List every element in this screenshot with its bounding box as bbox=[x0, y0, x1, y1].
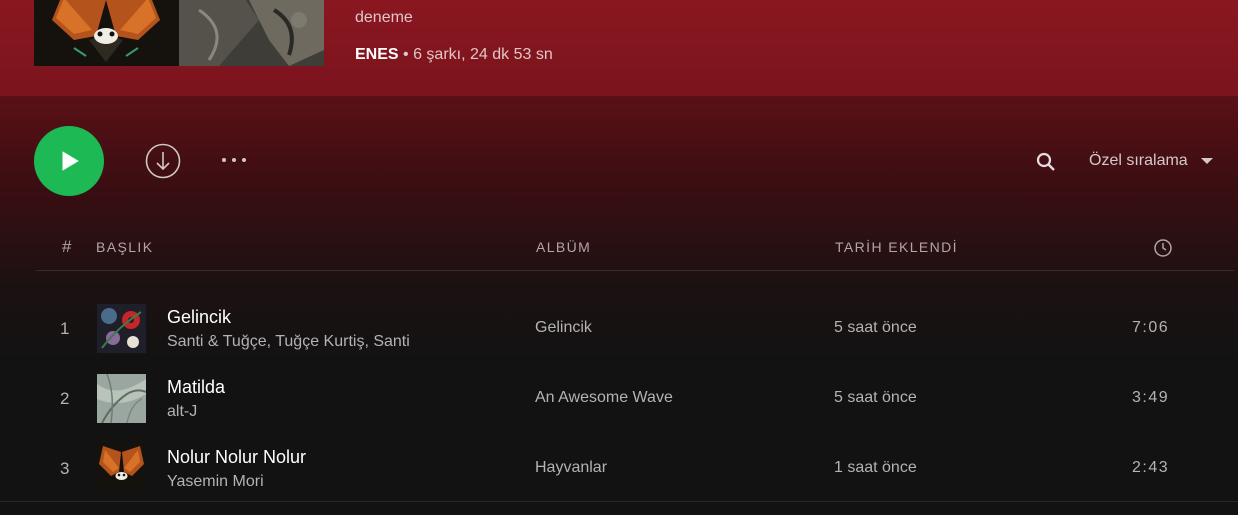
track-artist[interactable]: alt-J bbox=[167, 403, 197, 421]
play-button[interactable] bbox=[34, 126, 104, 196]
track-artist[interactable]: Yasemin Mori bbox=[167, 473, 264, 491]
track-duration: 2:43 bbox=[1132, 459, 1170, 476]
meta-separator: • bbox=[398, 46, 414, 63]
table-row[interactable]: 3 Nolur Nolur Nolur Yasemin Mori Hayvanl… bbox=[36, 440, 1234, 496]
album-art-gelincik-icon bbox=[97, 304, 146, 353]
track-index: 2 bbox=[60, 389, 70, 408]
sort-label: Özel sıralama bbox=[1089, 152, 1188, 169]
header-number: # bbox=[62, 237, 72, 256]
table-row[interactable]: 1 Gelincik Santi & Tuğçe, Tuğçe Kurtiş, … bbox=[36, 300, 1234, 356]
track-album[interactable]: An Awesome Wave bbox=[535, 389, 673, 407]
search-in-playlist-button[interactable] bbox=[1034, 150, 1058, 174]
track-date-added: 5 saat önce bbox=[834, 319, 917, 336]
playlist-description: deneme bbox=[355, 9, 413, 26]
header-album[interactable]: ALBÜM bbox=[536, 239, 591, 255]
more-icon-dot bbox=[242, 158, 246, 162]
track-index: 1 bbox=[60, 319, 70, 338]
track-index: 3 bbox=[60, 459, 70, 478]
header-title[interactable]: BAŞLIK bbox=[96, 239, 153, 255]
more-icon bbox=[222, 158, 226, 162]
playlist-meta: ENES • 6 şarkı, 24 dk 53 sn bbox=[355, 46, 553, 64]
track-title[interactable]: Matilda bbox=[167, 377, 225, 398]
search-icon bbox=[1036, 152, 1055, 171]
track-duration: 7:06 bbox=[1132, 319, 1170, 336]
track-date-added: 1 saat önce bbox=[834, 459, 917, 476]
playlist-header: deneme ENES • 6 şarkı, 24 dk 53 sn bbox=[0, 0, 1238, 96]
track-artist[interactable]: Santi & Tuğçe, Tuğçe Kurtiş, Santi bbox=[167, 333, 410, 351]
caret-down-icon bbox=[1200, 158, 1213, 164]
track-duration: 3:49 bbox=[1132, 389, 1170, 406]
track-title[interactable]: Nolur Nolur Nolur bbox=[167, 447, 306, 468]
album-art-awesome-wave-icon bbox=[97, 374, 146, 423]
playlist-stats: 6 şarkı, 24 dk 53 sn bbox=[413, 46, 553, 63]
download-icon bbox=[145, 143, 181, 179]
track-date-added: 5 saat önce bbox=[834, 389, 917, 406]
owner-link[interactable]: ENES bbox=[355, 46, 399, 63]
header-duration[interactable] bbox=[1153, 238, 1173, 261]
track-title[interactable]: Gelincik bbox=[167, 307, 231, 328]
track-album[interactable]: Gelincik bbox=[535, 319, 592, 337]
clock-icon bbox=[1154, 239, 1172, 257]
more-options-button[interactable] bbox=[214, 148, 254, 172]
table-row[interactable]: 2 Matilda alt-J An Awesome Wave 5 saat ö… bbox=[36, 370, 1234, 426]
divider bbox=[0, 501, 1238, 502]
playlist-cover[interactable] bbox=[34, 0, 324, 66]
track-album[interactable]: Hayvanlar bbox=[535, 459, 607, 477]
rock-texture-art-icon bbox=[179, 0, 324, 66]
album-art-hayvanlar-icon bbox=[97, 444, 146, 493]
more-icon-dot bbox=[232, 158, 236, 162]
play-icon bbox=[62, 151, 79, 171]
tracklist-header: # BAŞLIK ALBÜM TARİH EKLENDİ bbox=[36, 232, 1234, 271]
download-button[interactable] bbox=[145, 143, 181, 179]
header-date-added[interactable]: TARİH EKLENDİ bbox=[835, 239, 958, 255]
butterfly-art-icon bbox=[34, 0, 179, 66]
sort-dropdown[interactable]: Özel sıralama bbox=[1089, 150, 1214, 172]
